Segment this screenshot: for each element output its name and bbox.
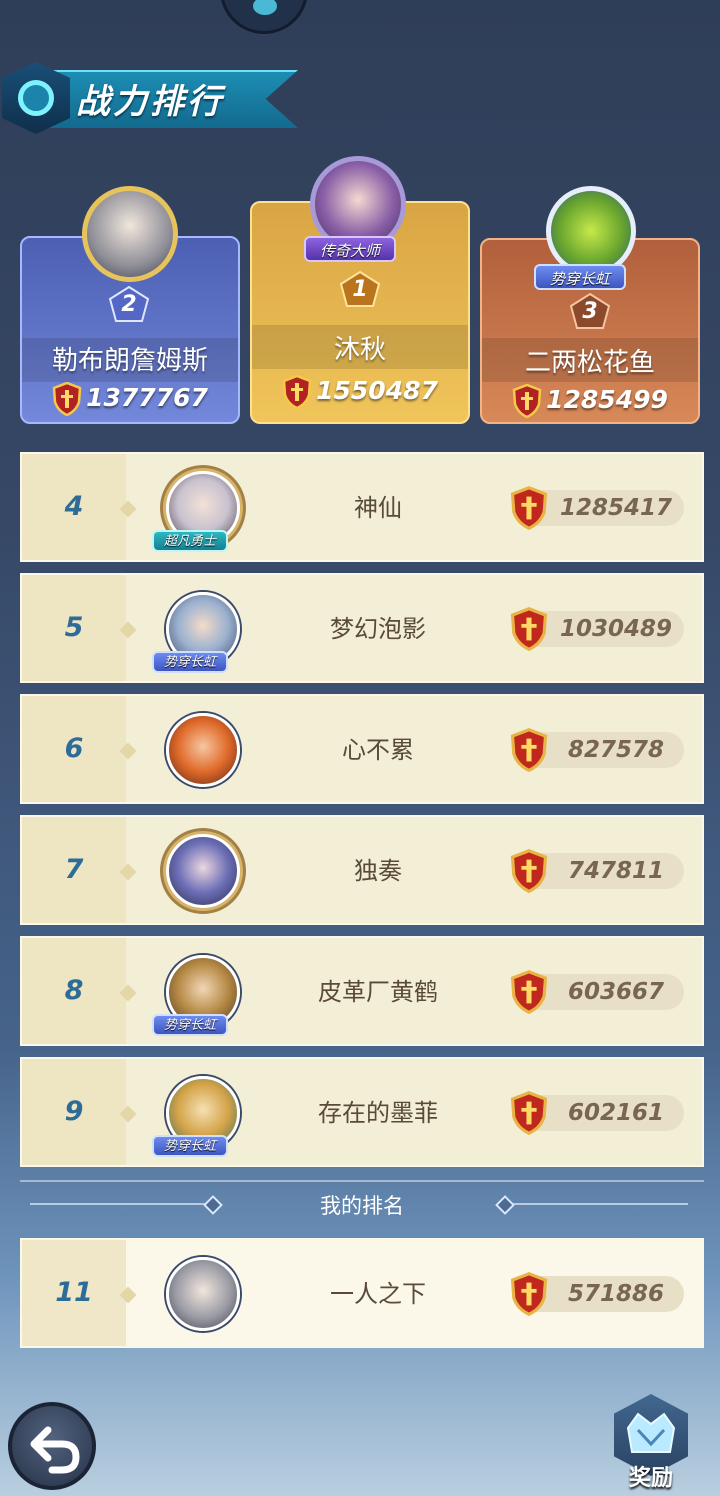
shield-sword-icon (510, 970, 548, 1014)
podium-name: 勒布朗詹姆斯 (51, 346, 208, 376)
title-banner: 战力排行 (0, 62, 302, 134)
power-value: 603667 (510, 970, 684, 1014)
power-value: 571886 (510, 1272, 684, 1316)
power-value: 827578 (510, 728, 684, 772)
crown-chest-icon (626, 1412, 676, 1453)
shield-sword-icon (510, 849, 548, 893)
back-arrow-icon (30, 1426, 80, 1474)
title-tag: 传奇大师 (304, 236, 397, 262)
rank-badge: 3 (567, 292, 613, 332)
list-item[interactable]: 8 势穿长虹 皮革厂黄鹤 603667 (20, 936, 704, 1046)
shield-sword-icon (510, 1091, 548, 1135)
list-item[interactable]: 4 超凡勇士 神仙 1285417 (20, 452, 704, 562)
shield-sword-icon (52, 382, 82, 416)
avatar (166, 834, 240, 908)
shield-sword-icon (510, 728, 548, 772)
power-value: 1030489 (510, 607, 684, 651)
podium-name: 二两松花鱼 (524, 348, 655, 378)
power-value: 602161 (510, 1091, 684, 1135)
back-button[interactable] (8, 1402, 96, 1490)
title-tag: 势穿长虹 (152, 651, 229, 673)
divider (20, 1180, 704, 1182)
page-title: 战力排行 (76, 82, 224, 122)
list-item[interactable]: 5 势穿长虹 梦幻泡影 1030489 (20, 573, 704, 683)
rank-number: 11 (55, 1277, 93, 1308)
top-ornament (220, 0, 308, 34)
list-item[interactable]: 7 独奏 747811 (20, 815, 704, 925)
title-tag: 势穿长虹 (152, 1135, 229, 1157)
rank-badge: 1 (337, 270, 383, 310)
avatar (166, 713, 240, 787)
podium-power: 1377767 (22, 382, 238, 416)
player-name: 梦幻泡影 (330, 615, 426, 643)
player-name: 存在的墨菲 (318, 1099, 438, 1127)
shield-sword-icon (282, 375, 312, 409)
reward-button[interactable]: 奖励 (610, 1394, 692, 1492)
reward-label: 奖励 (628, 1466, 673, 1491)
list-item[interactable]: 6 心不累 827578 (20, 694, 704, 804)
avatar (82, 186, 178, 282)
power-value: 747811 (510, 849, 684, 893)
title-tag: 超凡勇士 (152, 530, 229, 552)
list-item[interactable]: 9 势穿长虹 存在的墨菲 602161 (20, 1057, 704, 1167)
rank-number: 7 (64, 854, 84, 885)
rank-number: 5 (64, 612, 84, 643)
shield-sword-icon (510, 486, 548, 530)
rank-number: 8 (64, 975, 84, 1006)
player-name: 一人之下 (330, 1280, 426, 1308)
player-name: 皮革厂黄鹤 (318, 978, 438, 1006)
player-name: 神仙 (354, 494, 402, 522)
rank-number: 6 (64, 733, 84, 764)
avatar (546, 186, 636, 276)
shield-sword-icon (510, 607, 548, 651)
podium-power: 1285499 (482, 384, 698, 418)
shield-sword-icon (512, 384, 542, 418)
my-rank-heading: 我的排名 (320, 1194, 404, 1218)
shield-sword-icon (510, 1272, 548, 1316)
player-name: 独奏 (354, 857, 402, 885)
power-value: 1285417 (510, 486, 684, 530)
my-rank-row[interactable]: 11 一人之下 571886 (20, 1238, 704, 1348)
rank-badge: 2 (106, 285, 152, 325)
avatar (166, 1257, 240, 1331)
rank-number: 4 (64, 491, 84, 522)
title-tag: 势穿长虹 (534, 264, 627, 290)
title-tag: 势穿长虹 (152, 1014, 229, 1036)
player-name: 心不累 (342, 736, 414, 764)
podium-name: 沐秋 (333, 335, 386, 365)
podium-power: 1550487 (252, 375, 468, 409)
rank-number: 9 (64, 1096, 84, 1127)
